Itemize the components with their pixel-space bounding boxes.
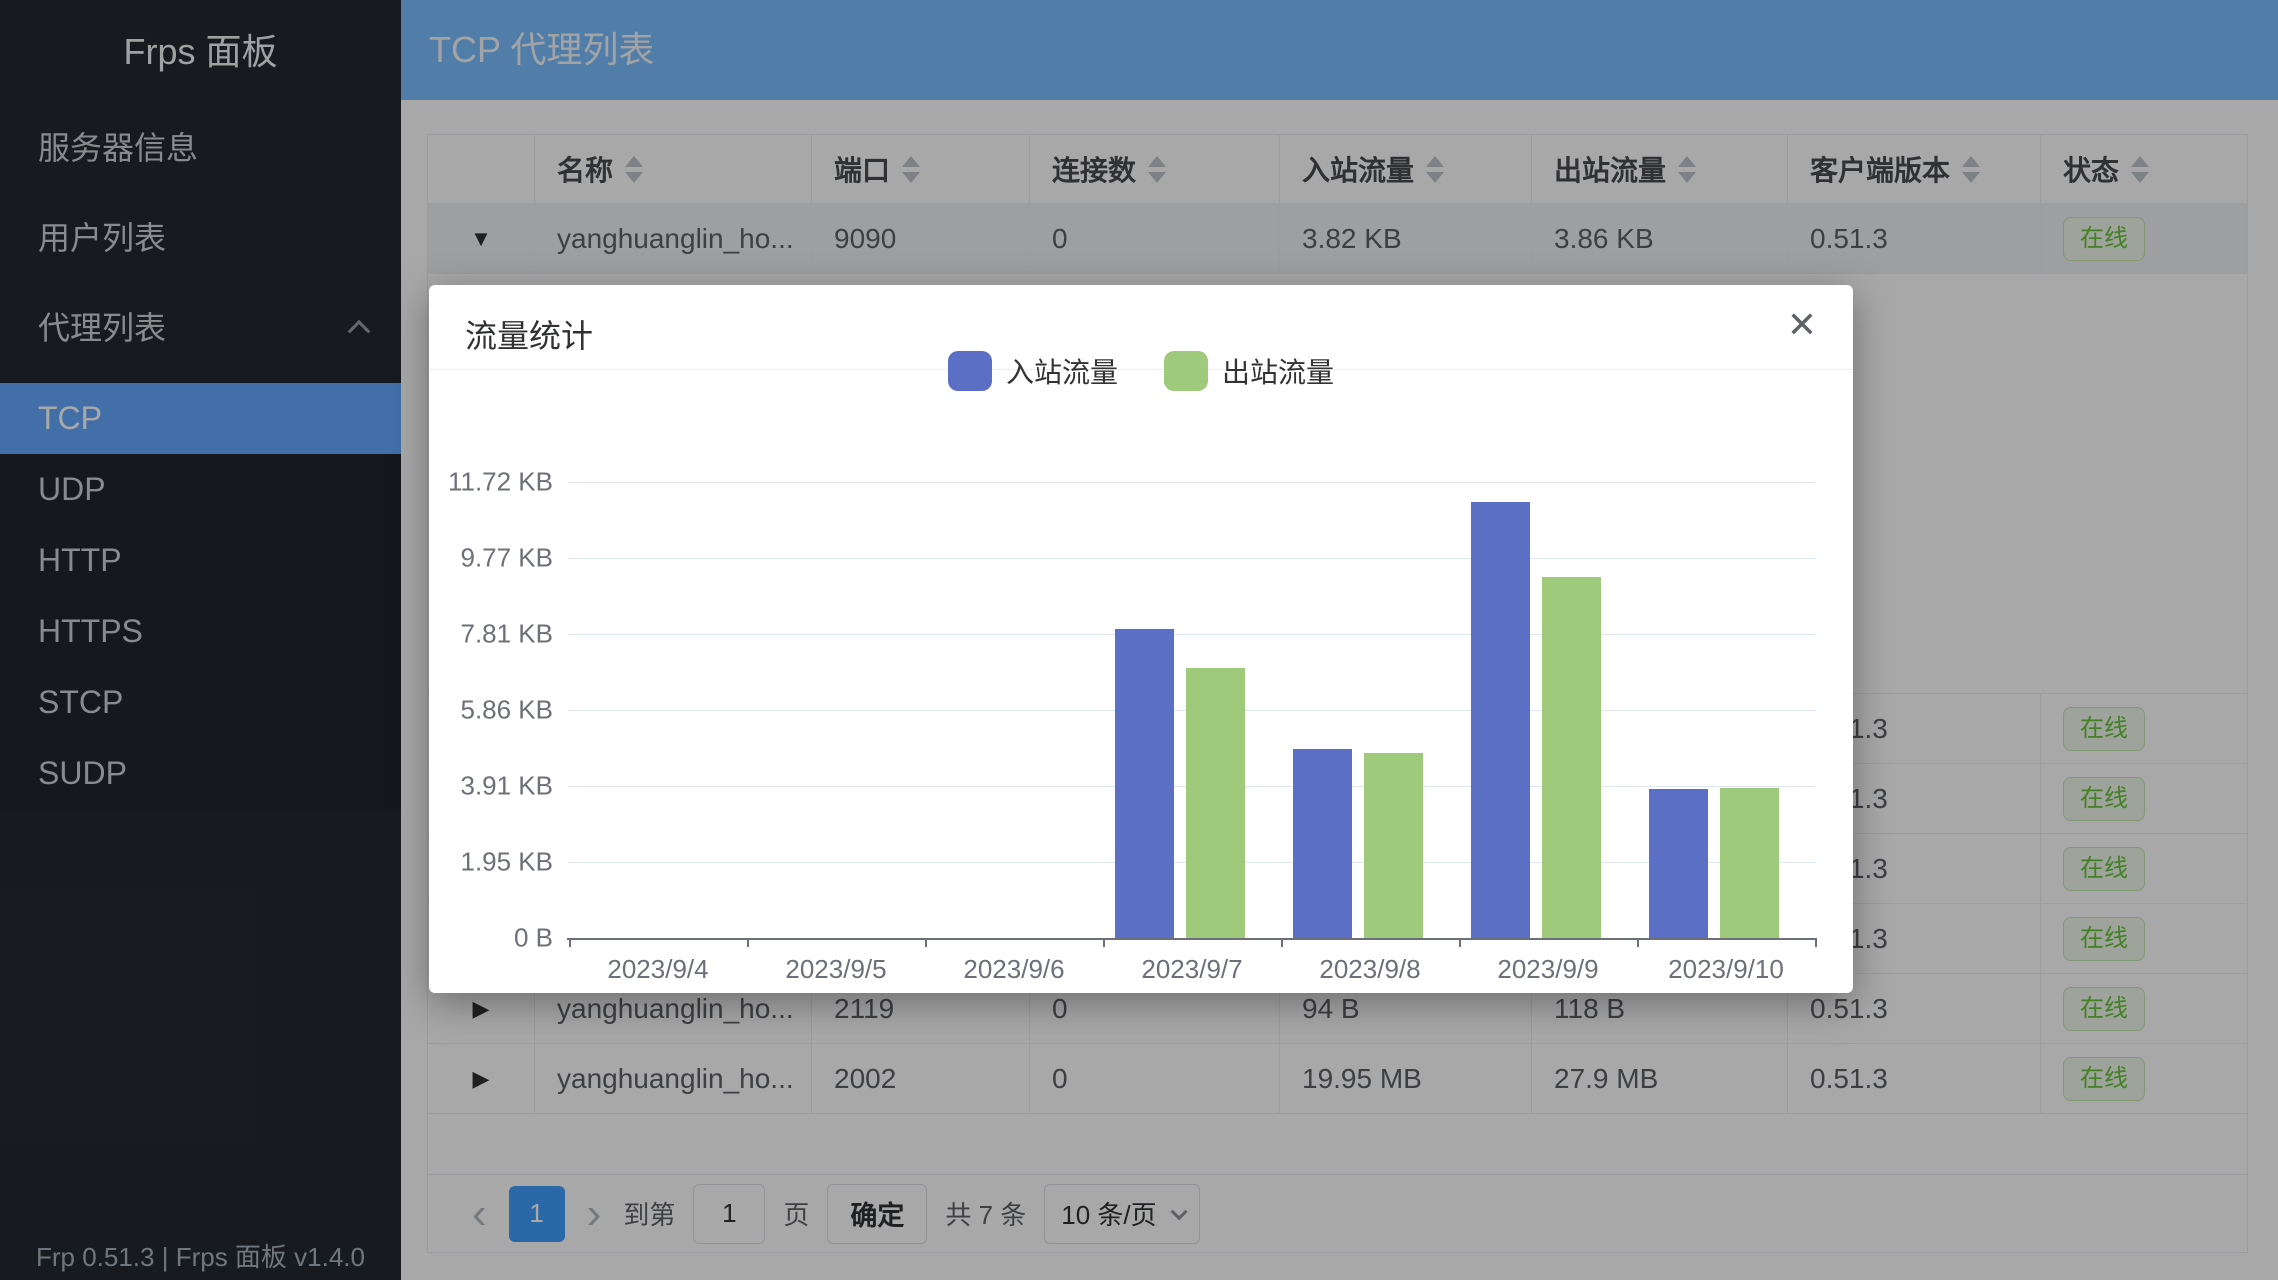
x-axis-tick-label: 2023/9/4 [558, 954, 758, 985]
bar-outbound-2023/9/8 [1364, 753, 1423, 938]
x-axis-tick [925, 938, 927, 947]
x-axis-tick-label: 2023/9/6 [914, 954, 1114, 985]
y-axis-tick-label: 3.91 KB [429, 771, 553, 802]
y-axis-tick-label: 9.77 KB [429, 543, 553, 574]
bar-outbound-2023/9/10 [1720, 788, 1779, 938]
x-axis-tick-label: 2023/9/9 [1448, 954, 1648, 985]
y-axis-tick-label: 7.81 KB [429, 619, 553, 650]
x-axis-tick-label: 2023/9/7 [1092, 954, 1292, 985]
x-axis-tick [1637, 938, 1639, 947]
y-axis-tick-label: 1.95 KB [429, 847, 553, 878]
x-axis-tick [1815, 938, 1817, 947]
bar-inbound-2023/9/10 [1649, 789, 1708, 938]
bar-inbound-2023/9/9 [1471, 502, 1530, 938]
x-axis-line [567, 938, 1817, 940]
bar-inbound-2023/9/8 [1293, 749, 1352, 938]
bar-outbound-2023/9/9 [1542, 577, 1601, 938]
x-axis-tick [1281, 938, 1283, 947]
gridline [569, 558, 1815, 559]
x-axis-tick-label: 2023/9/10 [1626, 954, 1826, 985]
gridline [569, 482, 1815, 483]
bar-inbound-2023/9/7 [1115, 629, 1174, 938]
x-axis-tick-label: 2023/9/8 [1270, 954, 1470, 985]
x-axis-tick [1459, 938, 1461, 947]
y-axis-tick-label: 5.86 KB [429, 695, 553, 726]
x-axis-tick-label: 2023/9/5 [736, 954, 936, 985]
gridline [569, 634, 1815, 635]
bar-outbound-2023/9/7 [1186, 668, 1245, 938]
y-axis-tick-label: 0 B [429, 923, 553, 954]
y-axis-tick-label: 11.72 KB [429, 467, 553, 498]
x-axis-tick [1103, 938, 1105, 947]
traffic-bar-chart: 0 B 1.95 KB 3.91 KB 5.86 KB 7.81 KB 9.77 KB 11… [429, 285, 1853, 993]
traffic-stats-dialog: 流量统计 ✕ 入站流量出站流量 0 B1.95 KB3.91 KB5.86 KB… [429, 285, 1853, 993]
frps-dashboard: Frps 面板 服务器信息用户列表代理列表 TCPUDPHTTPHTTPSSTC… [0, 0, 2278, 1280]
x-axis-tick [569, 938, 571, 947]
x-axis-tick [747, 938, 749, 947]
